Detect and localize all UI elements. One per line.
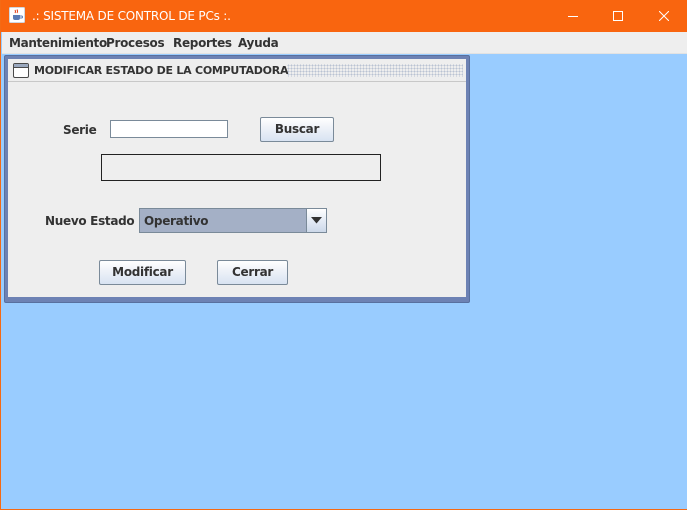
- cerrar-button[interactable]: Cerrar: [217, 260, 288, 285]
- nuevo-estado-label: Nuevo Estado: [45, 214, 135, 228]
- chevron-down-icon: [311, 217, 322, 224]
- internal-frame-title: MODIFICAR ESTADO DE LA COMPUTADORA: [34, 64, 289, 77]
- result-display: [101, 154, 381, 181]
- app-window: .: SISTEMA DE CONTROL DE PCs :. Mantenim…: [0, 0, 687, 510]
- title-grip-pattern: [287, 64, 463, 77]
- maximize-button[interactable]: [595, 0, 641, 32]
- combo-arrow-button[interactable]: [306, 209, 326, 232]
- buscar-button[interactable]: Buscar: [260, 117, 334, 142]
- menu-ayuda[interactable]: Ayuda: [238, 36, 279, 50]
- window-icon: [13, 63, 29, 78]
- estado-combobox[interactable]: Operativo: [139, 208, 327, 233]
- menu-mantenimiento[interactable]: Mantenimiento: [9, 36, 107, 50]
- minimize-icon: [568, 16, 578, 17]
- menu-reportes[interactable]: Reportes: [173, 36, 232, 50]
- form-panel: Serie Buscar Nuevo Estado Operativo Modi…: [8, 82, 466, 297]
- serie-input[interactable]: [110, 120, 228, 138]
- menu-procesos[interactable]: Procesos: [106, 36, 165, 50]
- internal-frame-modificar-estado: MODIFICAR ESTADO DE LA COMPUTADORA Serie…: [4, 55, 470, 303]
- maximize-icon: [613, 11, 623, 21]
- window-title: .: SISTEMA DE CONTROL DE PCs :.: [32, 9, 231, 23]
- minimize-button[interactable]: [550, 0, 596, 32]
- java-cup-icon: [9, 7, 25, 23]
- estado-selected-value: Operativo: [144, 214, 209, 228]
- close-icon: [659, 11, 669, 21]
- serie-label: Serie: [63, 123, 97, 137]
- title-bar[interactable]: .: SISTEMA DE CONTROL DE PCs :.: [1, 0, 687, 32]
- internal-frame-title-bar[interactable]: MODIFICAR ESTADO DE LA COMPUTADORA: [8, 59, 466, 82]
- close-button[interactable]: [641, 0, 687, 32]
- modificar-button[interactable]: Modificar: [99, 260, 186, 285]
- menu-bar: Mantenimiento Procesos Reportes Ayuda: [2, 32, 687, 54]
